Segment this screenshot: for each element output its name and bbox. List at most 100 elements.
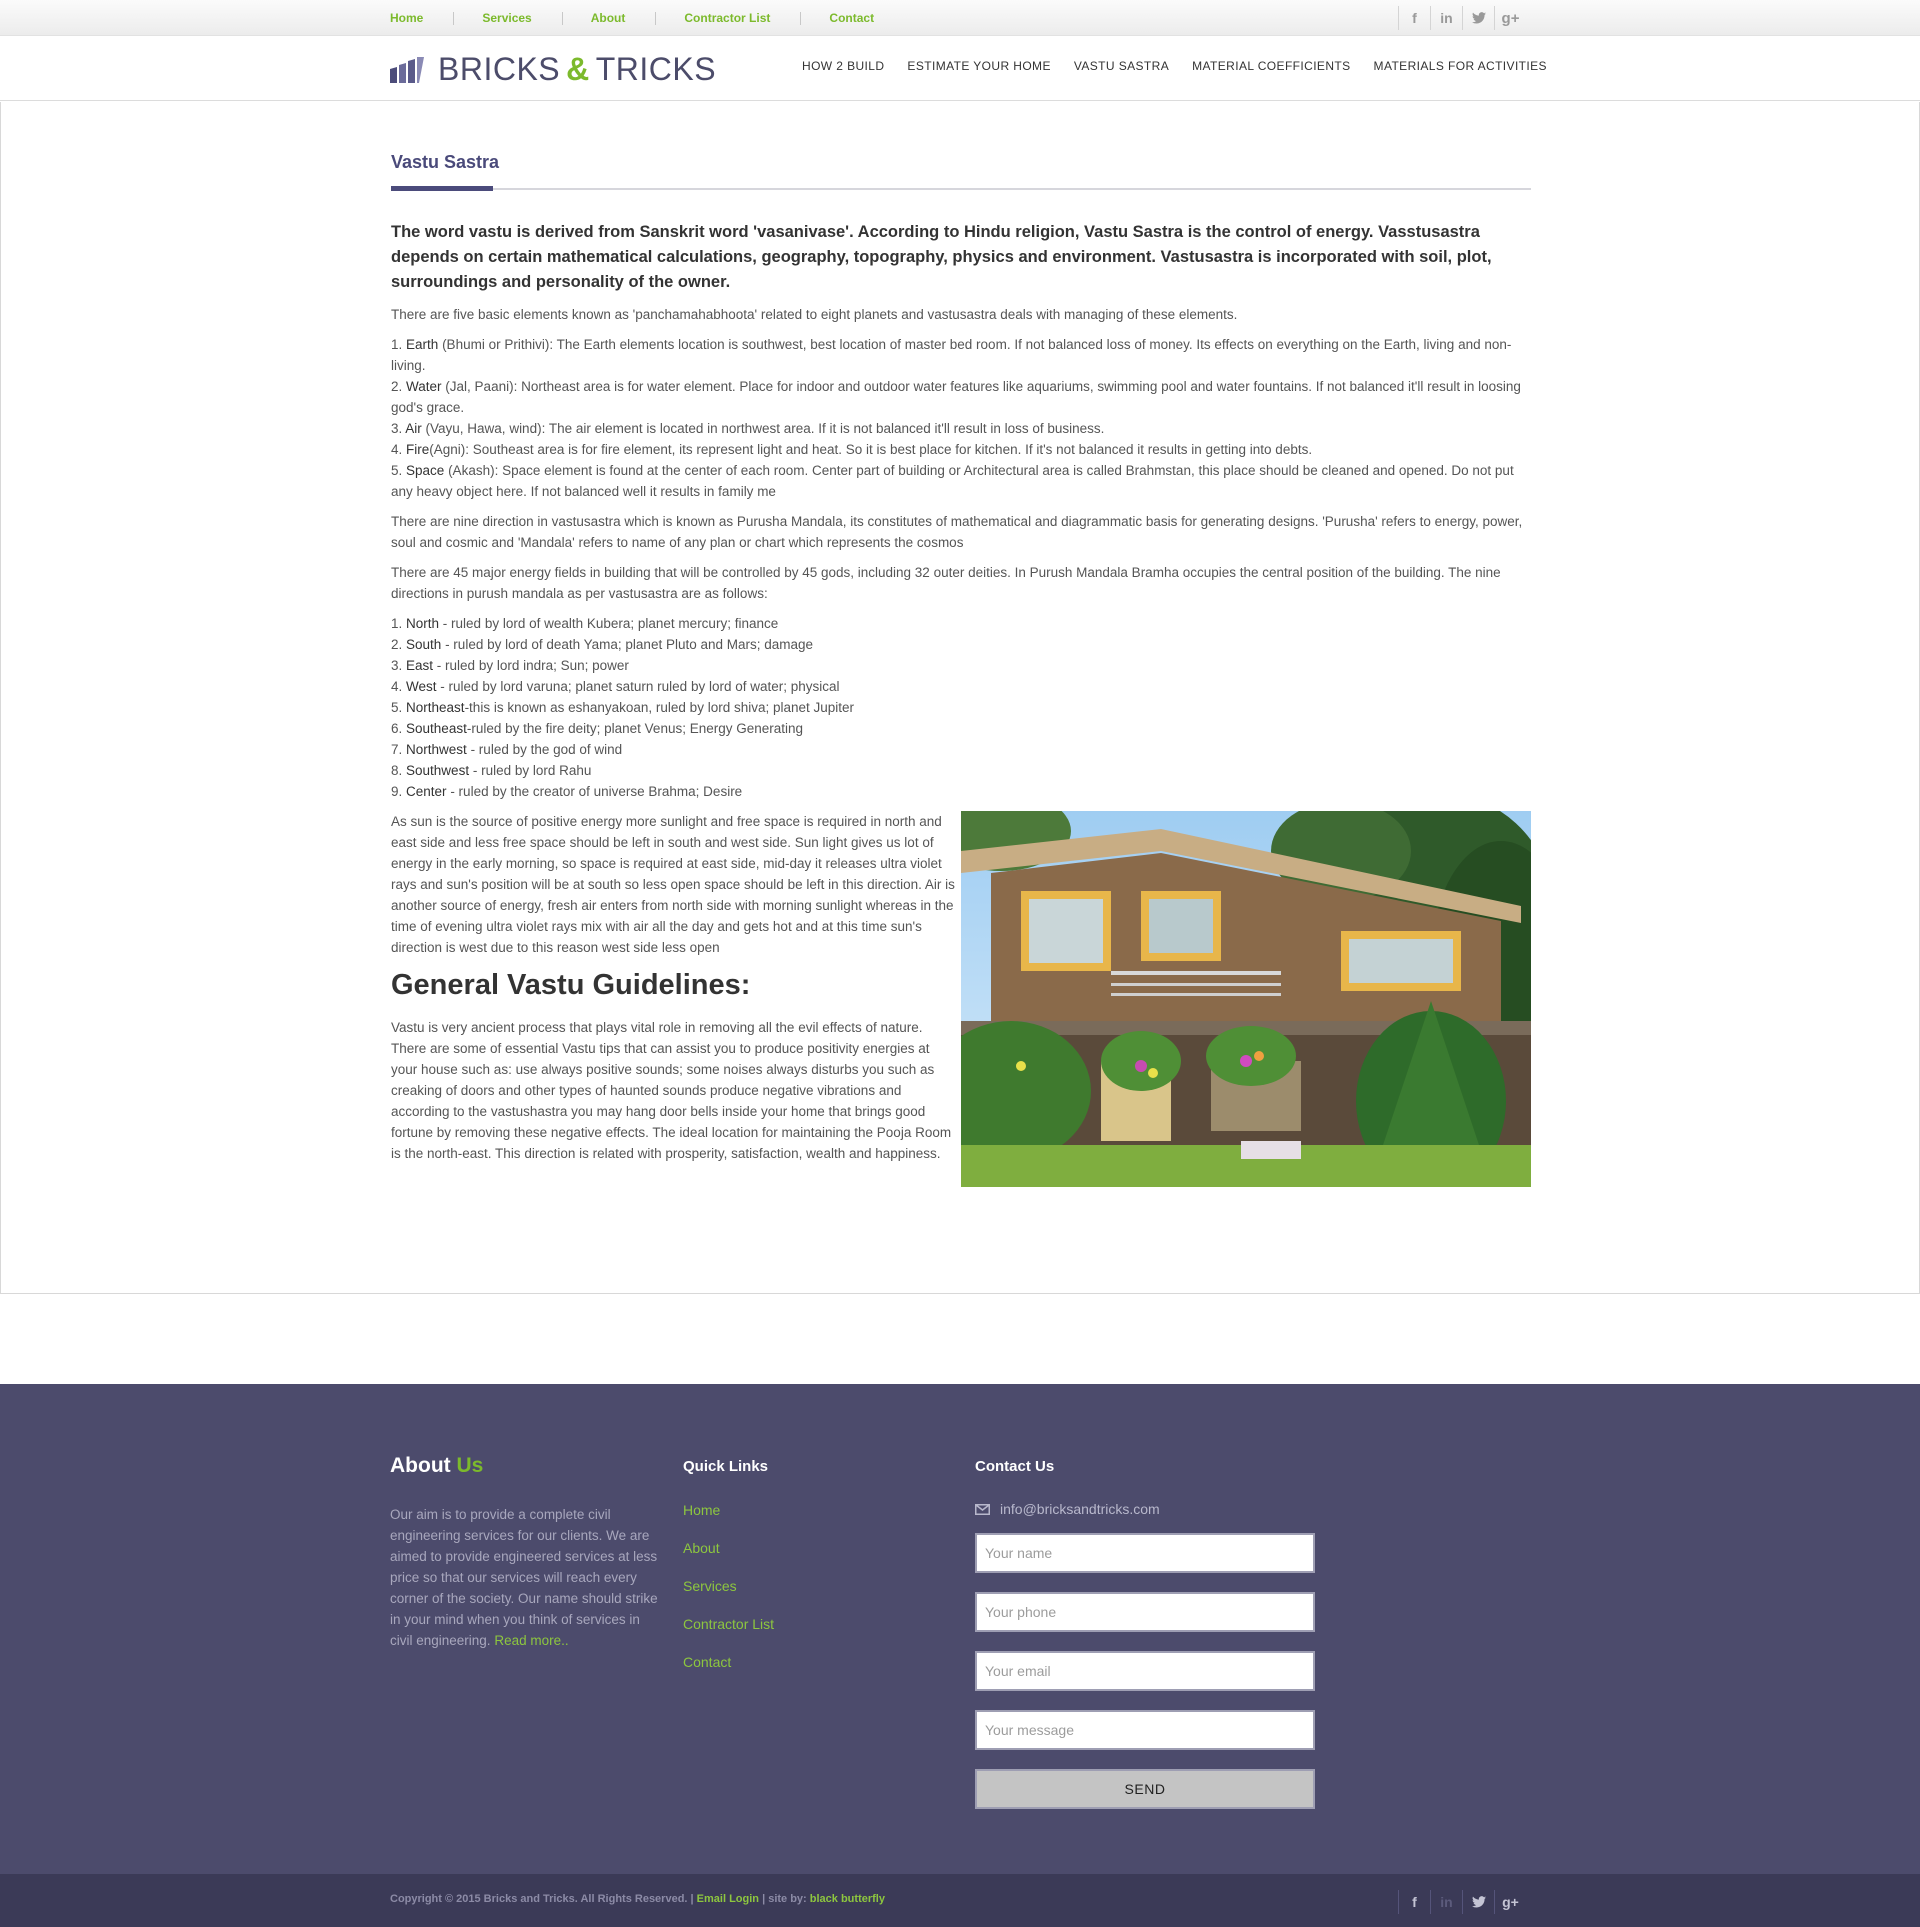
item-number: 2. [391,637,403,652]
footer-about: About Us Our aim is to provide a complet… [390,1454,658,1651]
lead-paragraph: The word vastu is derived from Sanskrit … [391,223,1492,291]
element-air: 3. Air (Vayu, Hawa, wind): The air eleme… [391,421,1104,436]
nav-estimate-your-home[interactable]: ESTIMATE YOUR HOME [907,59,1050,73]
intro-paragraph: There are five basic elements known as '… [391,307,1238,322]
phone-field[interactable] [975,1592,1315,1632]
item-name: Space [406,463,445,478]
facebook-icon[interactable]: f [1398,1890,1430,1914]
nav-vastu-sastra[interactable]: VASTU SASTRA [1074,59,1169,73]
logo-bars-icon [390,56,424,83]
email-login-link[interactable]: Email Login [697,1893,759,1905]
black-butterfly-link[interactable]: black butterfly [810,1893,885,1905]
top-link-contact[interactable]: Contact [829,11,874,25]
house-photo [961,811,1531,1187]
item-number: 3. [391,658,403,673]
direction-northeast: 5. Northeast-this is known as eshanyakoa… [391,700,854,715]
quick-link-home[interactable]: Home [683,1501,923,1520]
direction-southeast: 6. Southeast-ruled by the fire deity; pl… [391,721,803,736]
item-number: 3. [391,421,403,436]
divider [800,11,802,25]
message-field[interactable] [975,1710,1315,1750]
element-fire: 4. Fire(Agni): Southeast area is for fir… [391,442,1312,457]
nav-material-coefficients[interactable]: MATERIAL COEFFICIENTS [1192,59,1350,73]
item-text: - ruled by the god of wind [466,742,623,757]
nav-how-2-build[interactable]: HOW 2 BUILD [802,59,884,73]
twitter-icon[interactable] [1462,1890,1494,1914]
site-by-label: | site by: [759,1893,810,1905]
quick-links-list: Home About Services Contractor List Cont… [683,1501,923,1672]
top-social-links: f in g+ [1398,6,1526,30]
title-underline [391,186,493,191]
article: The word vastu is derived from Sanskrit … [391,220,1531,1187]
logo-ampersand: & [566,51,590,87]
envelope-icon [975,1503,990,1515]
separator: | [687,1893,697,1905]
top-bar: Home Services About Contractor List Cont… [0,0,1920,36]
top-link-home[interactable]: Home [390,11,423,25]
item-text: (Vayu, Hawa, wind): The air element is l… [421,421,1105,436]
item-number: 2. [391,379,403,394]
contact-heading: Contact Us [975,1458,1055,1475]
direction-east: 3. East - ruled by lord indra; Sun; powe… [391,658,629,673]
item-number: 4. [391,442,403,457]
google-plus-icon[interactable]: g+ [1494,1890,1526,1914]
top-link-contractor-list[interactable]: Contractor List [684,11,770,25]
top-nav: Home Services About Contractor List Cont… [390,0,874,36]
item-number: 5. [391,463,403,478]
item-name: North [406,616,440,631]
google-plus-icon[interactable]: g+ [1494,6,1526,30]
direction-west: 4. West - ruled by lord varuna; planet s… [391,679,840,694]
page-title: Vastu Sastra [391,152,500,172]
item-number: 4. [391,679,403,694]
bottom-social-links: f in g+ [1398,1890,1526,1914]
item-name: Earth [406,337,439,352]
quick-links-heading: Quick Links [683,1458,769,1475]
send-button[interactable]: SEND [975,1769,1315,1809]
about-heading: About Us [390,1454,658,1478]
copyright: Copyright © 2015 Bricks and Tricks. All … [390,1893,885,1905]
linkedin-icon[interactable]: in [1430,1890,1462,1914]
item-text: (Jal, Paani): Northeast area is for wate… [391,379,1521,415]
item-text: - ruled by lord Rahu [469,763,592,778]
quick-link-contact[interactable]: Contact [683,1653,923,1672]
top-link-about[interactable]: About [591,11,626,25]
item-name: South [406,637,442,652]
item-text: - ruled by lord indra; Sun; power [433,658,629,673]
logo-part-1: BRICKS [438,51,561,87]
directions-paragraph-1: There are nine direction in vastusastra … [391,514,1523,550]
item-text: - ruled by lord varuna; planet saturn ru… [436,679,840,694]
item-text: - ruled by lord of wealth Kubera; planet… [439,616,779,631]
item-name: Southeast [406,721,467,736]
quick-link-about[interactable]: About [683,1539,923,1558]
item-number: 1. [391,616,403,631]
direction-south: 2. South - ruled by lord of death Yama; … [391,637,813,652]
element-earth: 1. Earth (Bhumi or Prithivi): The Earth … [391,337,1511,373]
item-number: 1. [391,337,403,352]
item-name: Northwest [406,742,467,757]
email-field[interactable] [975,1651,1315,1691]
linkedin-icon[interactable]: in [1430,6,1462,30]
twitter-icon[interactable] [1462,6,1494,30]
name-field[interactable] [975,1533,1315,1573]
divider [561,11,563,25]
element-water: 2. Water (Jal, Paani): Northeast area is… [391,379,1521,415]
item-text: - ruled by the creator of universe Brahm… [446,784,743,799]
top-link-services[interactable]: Services [482,11,531,25]
nav-materials-for-activities[interactable]: MATERIALS FOR ACTIVITIES [1374,59,1547,73]
quick-link-services[interactable]: Services [683,1577,923,1596]
contact-email: info@bricksandtricks.com [975,1501,1315,1517]
logo-part-2: TRICKS [595,51,717,87]
element-space: 5. Space (Akash): Space element is found… [391,463,1514,499]
item-number: 9. [391,784,403,799]
read-more-link[interactable]: Read more.. [494,1633,568,1648]
item-text: -ruled by the fire deity; planet Venus; … [466,721,804,736]
contact-email-text[interactable]: info@bricksandtricks.com [1000,1501,1160,1517]
quick-link-contractor-list[interactable]: Contractor List [683,1615,923,1634]
direction-north: 1. North - ruled by lord of wealth Kuber… [391,616,778,631]
about-body: Our aim is to provide a complete civil e… [390,1507,658,1648]
facebook-icon[interactable]: f [1398,6,1430,30]
directions-paragraph-2: There are 45 major energy fields in buil… [391,565,1501,601]
item-text: - ruled by lord of death Yama; planet Pl… [441,637,814,652]
site-footer: About Us Our aim is to provide a complet… [0,1384,1920,1874]
site-logo[interactable]: BRICKS & TRICKS [390,51,716,88]
